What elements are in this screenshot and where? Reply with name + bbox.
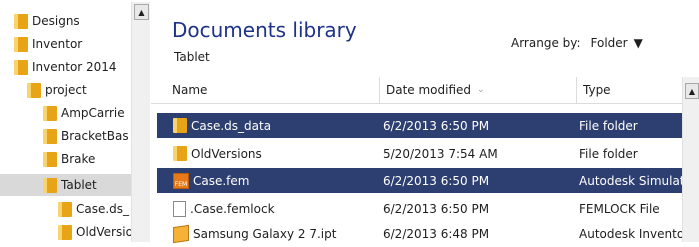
dropdown-caret-icon: ▼ — [633, 36, 643, 50]
arrange-by: Arrange by: Folder ▼ — [511, 36, 643, 50]
nav-item-bracketbas[interactable]: BracketBas — [43, 125, 129, 147]
file-type: File folder — [579, 146, 638, 161]
file-name-cell: OldVersions — [173, 140, 375, 167]
nav-item-tablet[interactable]: Tablet — [0, 174, 131, 196]
scroll-up-button[interactable]: ▲ — [134, 4, 149, 20]
column-header-type[interactable]: Type — [577, 77, 687, 103]
column-header-date[interactable]: Date modified ⌄ — [380, 77, 577, 103]
file-name-cell: FEM Case.fem — [173, 167, 375, 194]
arrange-by-dropdown[interactable]: Folder ▼ — [591, 36, 643, 50]
file-date: 6/2/2013 6:50 PM — [383, 118, 490, 133]
arrange-by-value: Folder — [590, 36, 628, 50]
file-date: 6/2/2013 6:48 PM — [383, 226, 490, 241]
file-date: 5/20/2013 7:54 AM — [383, 146, 498, 161]
folder-icon — [43, 151, 57, 167]
column-header-name-label: Name — [172, 83, 208, 97]
folder-icon — [58, 201, 72, 217]
folder-icon — [43, 177, 57, 193]
file-row[interactable]: FEM Case.fem 6/2/2013 6:50 PM Autodesk Si… — [151, 167, 699, 194]
nav-item-inventor[interactable]: Inventor — [14, 33, 82, 55]
folder-icon — [173, 118, 187, 133]
file-name-cell: Samsung Galaxy 2 7.ipt — [173, 220, 375, 247]
nav-item-inventor-2014[interactable]: Inventor 2014 — [14, 56, 117, 78]
file-date: 6/2/2013 6:50 PM — [383, 201, 490, 216]
nav-scrollbar[interactable]: ▲ — [131, 2, 150, 242]
library-title: Documents library — [172, 18, 357, 42]
nav-item-label: project — [45, 83, 87, 97]
nav-item-label: AmpCarrie — [61, 106, 125, 120]
up-arrow-icon: ▲ — [138, 7, 145, 17]
arrange-by-label: Arrange by: — [511, 36, 581, 50]
library-subtitle: Tablet — [174, 50, 210, 64]
file-type: File folder — [579, 118, 638, 133]
column-header-date-label: Date modified — [386, 83, 472, 97]
column-header-name[interactable]: Name — [166, 77, 380, 103]
file-name-cell: Case.ds_data — [173, 112, 375, 139]
file-name-cell: .Case.femlock — [173, 195, 375, 222]
nav-item-designs[interactable]: Designs — [14, 10, 80, 32]
folder-icon — [27, 82, 41, 98]
file-list-pane: Documents library Tablet Arrange by: Fol… — [151, 0, 699, 243]
blank-file-icon — [173, 200, 186, 217]
nav-item-ampcarrie[interactable]: AmpCarrie — [43, 102, 125, 124]
file-row[interactable]: Samsung Galaxy 2 7.ipt 6/2/2013 6:48 PM … — [151, 220, 699, 247]
folder-icon — [58, 224, 72, 240]
folder-icon — [14, 36, 28, 52]
part-file-icon — [173, 224, 189, 243]
nav-item-label: Tablet — [61, 178, 97, 192]
folder-icon — [14, 13, 28, 29]
column-header-type-label: Type — [583, 83, 611, 97]
nav-item-brake[interactable]: Brake — [43, 148, 95, 170]
nav-item-label: Brake — [61, 152, 96, 166]
file-row[interactable]: OldVersions 5/20/2013 7:54 AM File folde… — [151, 140, 699, 167]
file-name: OldVersions — [191, 146, 262, 161]
nav-item-label: Inventor 2014 — [32, 60, 117, 74]
nav-item-label: Designs — [32, 14, 80, 28]
file-row[interactable]: .Case.femlock 6/2/2013 6:50 PM FEMLOCK F… — [151, 195, 699, 222]
nav-item-label: BracketBas — [61, 129, 129, 143]
folder-icon — [43, 105, 57, 121]
up-arrow-icon: ▲ — [688, 86, 696, 96]
file-name: .Case.femlock — [190, 201, 275, 216]
file-list-scrollbar[interactable]: ▲ — [682, 77, 699, 242]
file-row[interactable]: Case.ds_data 6/2/2013 6:50 PM File folde… — [151, 112, 699, 139]
column-header-row: Name Date modified ⌄ Type — [151, 77, 699, 104]
nav-item-project[interactable]: project — [27, 79, 87, 101]
folder-icon — [43, 128, 57, 144]
scroll-up-button[interactable]: ▲ — [685, 83, 699, 99]
folder-icon — [14, 59, 28, 75]
folder-icon — [173, 146, 187, 161]
fem-file-icon: FEM — [173, 172, 189, 189]
file-name: Case.fem — [193, 173, 250, 188]
nav-item-case-ds[interactable]: Case.ds_ — [58, 198, 129, 220]
nav-item-oldversio[interactable]: OldVersio — [58, 221, 133, 242]
nav-item-label: Inventor — [32, 37, 83, 51]
file-type: Autodesk Simulat — [579, 173, 685, 188]
navigation-pane: Designs Inventor Inventor 2014 project A… — [0, 0, 150, 242]
file-type: FEMLOCK File — [579, 201, 660, 216]
nav-item-label: Case.ds_ — [76, 202, 130, 216]
file-type: Autodesk Invento — [579, 226, 685, 241]
nav-item-label: OldVersio — [76, 225, 133, 239]
file-date: 6/2/2013 6:50 PM — [383, 173, 490, 188]
sort-arrow-icon: ⌄ — [477, 85, 485, 95]
file-name: Samsung Galaxy 2 7.ipt — [193, 226, 337, 241]
file-name: Case.ds_data — [191, 118, 272, 133]
